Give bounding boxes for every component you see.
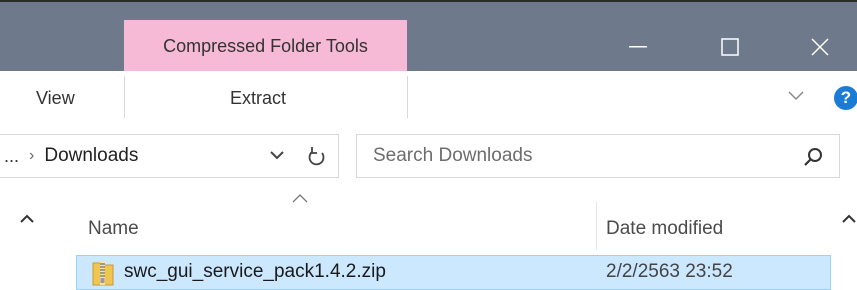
help-icon[interactable]: ? bbox=[834, 86, 857, 110]
file-date-modified: 2/2/2563 23:52 bbox=[606, 261, 733, 282]
ribbon-tabs: View Extract ? bbox=[0, 71, 857, 127]
column-header-row: Name Date modified bbox=[0, 190, 857, 250]
title-bar: Compressed Folder Tools bbox=[0, 0, 857, 73]
ribbon-divider bbox=[124, 76, 125, 118]
chevron-down-icon[interactable] bbox=[788, 91, 804, 101]
sort-ascending-icon bbox=[292, 194, 308, 203]
column-name[interactable]: Name bbox=[88, 218, 139, 240]
breadcrumb-chevron-icon: › bbox=[29, 147, 35, 164]
refresh-icon[interactable] bbox=[307, 146, 327, 168]
minimize-icon bbox=[629, 45, 647, 47]
close-icon bbox=[811, 37, 829, 56]
file-row-selected[interactable]: swc_gui_service_pack1.4.2.zip 2/2/2563 2… bbox=[76, 255, 831, 290]
maximize-icon bbox=[721, 37, 739, 56]
ribbon-divider bbox=[407, 76, 408, 118]
search-icon[interactable] bbox=[803, 147, 823, 167]
search-placeholder: Search Downloads bbox=[373, 145, 533, 166]
tab-extract[interactable]: Extract bbox=[230, 71, 286, 126]
breadcrumb-downloads[interactable]: Downloads bbox=[44, 145, 138, 167]
maximize-button[interactable] bbox=[700, 20, 760, 73]
file-name: swc_gui_service_pack1.4.2.zip bbox=[124, 261, 386, 282]
tab-view-label: View bbox=[36, 88, 75, 108]
search-input[interactable]: Search Downloads bbox=[356, 134, 840, 178]
address-row: ... › Downloads Search Downloads bbox=[0, 126, 857, 191]
compressed-folder-tools-label: Compressed Folder Tools bbox=[163, 36, 368, 56]
address-dropdown-icon[interactable] bbox=[270, 150, 284, 160]
scroll-up-icon[interactable] bbox=[842, 214, 856, 224]
compressed-folder-tools-tab[interactable]: Compressed Folder Tools bbox=[124, 20, 407, 73]
column-date-modified[interactable]: Date modified bbox=[606, 218, 723, 240]
column-divider[interactable] bbox=[596, 202, 597, 250]
breadcrumb-overflow[interactable]: ... bbox=[4, 146, 19, 167]
address-bar[interactable]: ... › Downloads bbox=[0, 134, 339, 178]
zip-folder-icon bbox=[92, 261, 114, 286]
scroll-up-icon[interactable] bbox=[20, 214, 34, 224]
tab-extract-label: Extract bbox=[230, 88, 287, 108]
close-button[interactable] bbox=[790, 20, 850, 73]
tab-view[interactable]: View bbox=[36, 71, 75, 126]
minimize-button[interactable] bbox=[608, 20, 668, 73]
